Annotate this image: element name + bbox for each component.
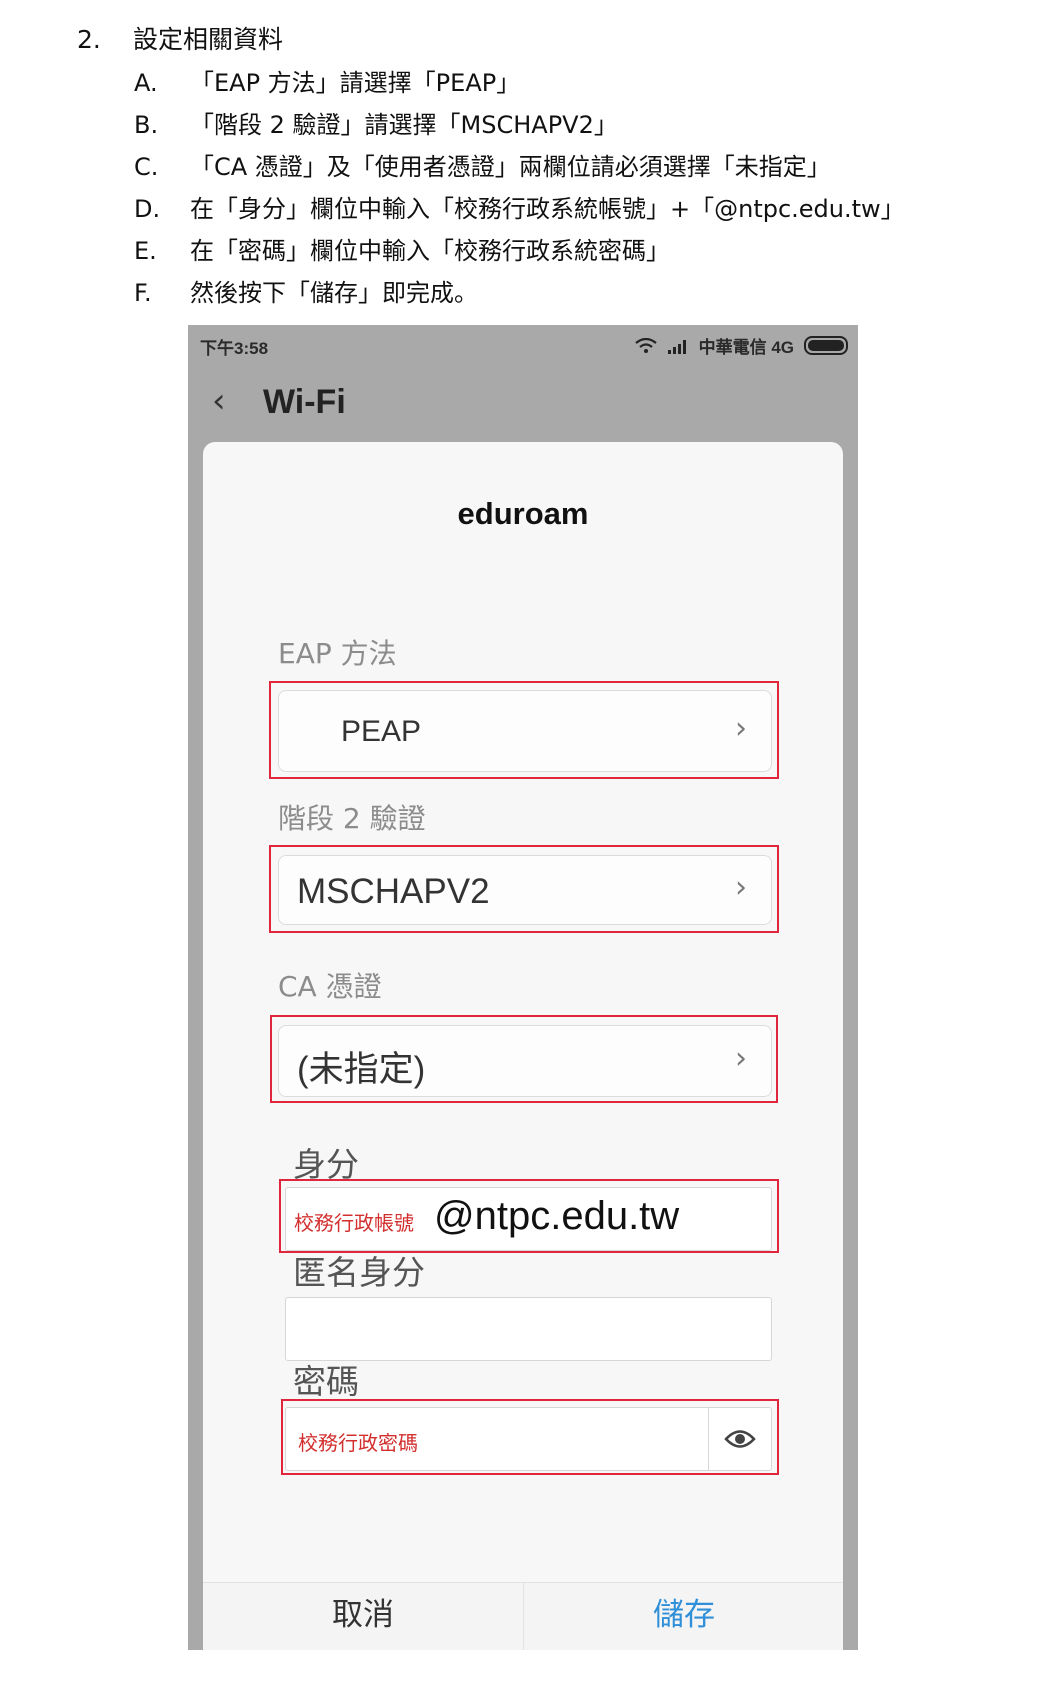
dialog-buttons: 取消 儲存 bbox=[203, 1582, 843, 1650]
instruction-item: E. 在「密碼」欄位中輸入「校務行政系統密碼」 bbox=[134, 230, 905, 272]
step-heading: 2. 設定相關資料 bbox=[77, 22, 283, 58]
battery-icon bbox=[804, 336, 848, 355]
status-bar: 下午3:58 中華電信 4G bbox=[188, 325, 858, 365]
instruction-text: 「CA 憑證」及「使用者憑證」兩欄位請必須選擇「未指定」 bbox=[190, 153, 831, 181]
instruction-letter: D. bbox=[134, 195, 161, 223]
password-label: 密碼 bbox=[293, 1362, 359, 1401]
step-number: 2. bbox=[77, 25, 101, 54]
phase2-label: 階段 2 驗證 bbox=[278, 802, 426, 835]
highlight-box bbox=[270, 1015, 778, 1103]
highlight-box bbox=[269, 681, 779, 779]
eap-method-label: EAP 方法 bbox=[278, 637, 397, 670]
instruction-text: 在「身分」欄位中輸入「校務行政系統帳號」+「@ntpc.edu.tw」 bbox=[190, 195, 905, 223]
status-time: 下午3:58 bbox=[200, 339, 269, 358]
status-right: 中華電信 4G bbox=[634, 333, 848, 358]
instruction-item: B. 「階段 2 驗證」請選擇「MSCHAPV2」 bbox=[134, 104, 905, 146]
cancel-button[interactable]: 取消 bbox=[203, 1583, 523, 1650]
highlight-box bbox=[269, 845, 779, 933]
instruction-text: 「EAP 方法」請選擇「PEAP」 bbox=[190, 69, 521, 97]
instruction-letter: A. bbox=[134, 69, 158, 97]
back-arrow-icon[interactable]: ‹ bbox=[212, 381, 226, 421]
network-dialog: eduroam EAP 方法 PEAP › 階段 2 驗證 MSCHAPV2 ›… bbox=[203, 442, 843, 1650]
instruction-text: 然後按下「儲存」即完成。 bbox=[190, 279, 478, 307]
dialog-title: eduroam bbox=[457, 496, 589, 531]
instruction-item: F. 然後按下「儲存」即完成。 bbox=[134, 272, 905, 314]
carrier-label: 中華電信 4G bbox=[698, 338, 794, 357]
phone-screenshot: 下午3:58 中華電信 4G ‹ Wi-Fi eduroam EAP 方法 PE… bbox=[188, 325, 858, 1650]
instruction-item: D. 在「身分」欄位中輸入「校務行政系統帳號」+「@ntpc.edu.tw」 bbox=[134, 188, 905, 230]
save-button[interactable]: 儲存 bbox=[523, 1583, 844, 1650]
instruction-letter: B. bbox=[134, 111, 159, 139]
instruction-letter: F. bbox=[134, 279, 152, 307]
ca-cert-label: CA 憑證 bbox=[278, 970, 382, 1003]
instruction-letter: E. bbox=[134, 237, 157, 265]
instruction-item: C. 「CA 憑證」及「使用者憑證」兩欄位請必須選擇「未指定」 bbox=[134, 146, 905, 188]
instruction-text: 在「密碼」欄位中輸入「校務行政系統密碼」 bbox=[190, 237, 670, 265]
nav-title: Wi-Fi bbox=[263, 383, 346, 421]
wifi-icon bbox=[634, 337, 657, 353]
instruction-list: A. 「EAP 方法」請選擇「PEAP」 B. 「階段 2 驗證」請選擇「MSCHA… bbox=[134, 62, 905, 314]
signal-icon bbox=[667, 339, 686, 354]
instruction-letter: C. bbox=[134, 153, 159, 181]
highlight-box bbox=[279, 1179, 779, 1253]
highlight-box bbox=[281, 1399, 779, 1475]
instruction-text: 「階段 2 驗證」請選擇「MSCHAPV2」 bbox=[190, 111, 618, 139]
step-title: 設定相關資料 bbox=[133, 25, 284, 54]
instruction-item: A. 「EAP 方法」請選擇「PEAP」 bbox=[134, 62, 905, 104]
nav-bar: ‹ Wi-Fi bbox=[188, 365, 858, 443]
anonymous-identity-input[interactable] bbox=[285, 1297, 772, 1361]
anonymous-identity-label: 匿名身分 bbox=[293, 1253, 425, 1292]
